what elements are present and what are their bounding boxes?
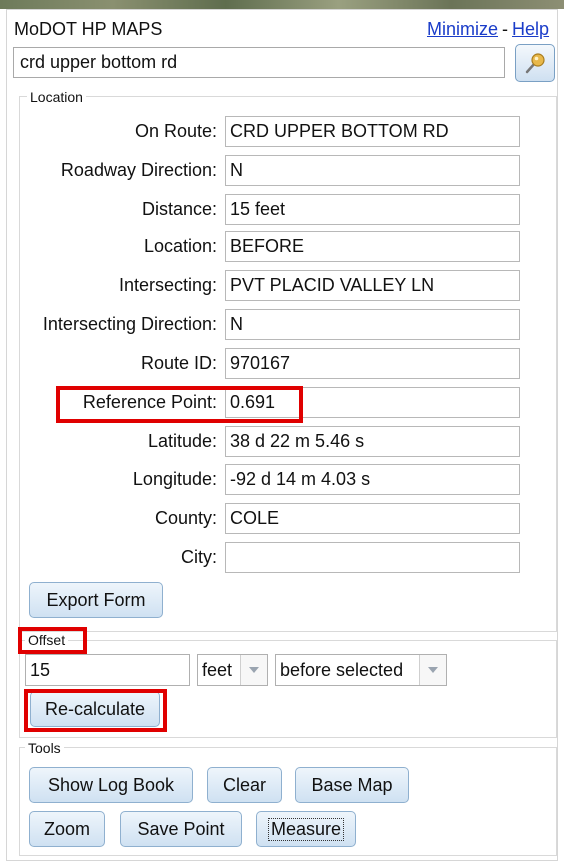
- base-map-button[interactable]: Base Map: [295, 767, 409, 803]
- distance-field[interactable]: 15 feet: [225, 194, 520, 225]
- chevron-down-icon[interactable]: [240, 655, 267, 685]
- intersecting-field[interactable]: PVT PLACID VALLEY LN: [225, 270, 520, 301]
- route-id-field[interactable]: 970167: [225, 348, 520, 379]
- roadway-direction-field[interactable]: N: [225, 155, 520, 186]
- on-route-field[interactable]: CRD UPPER BOTTOM RD: [225, 116, 520, 147]
- intersecting-direction-label: Intersecting Direction:: [42, 314, 217, 334]
- recalculate-button[interactable]: Re-calculate: [30, 691, 160, 727]
- roadway-direction-label: Roadway Direction:: [60, 160, 217, 180]
- minimize-link[interactable]: Minimize: [427, 19, 498, 39]
- chevron-down-icon[interactable]: [419, 655, 446, 685]
- header-links: Minimize - Help: [427, 19, 549, 40]
- longitude-label: Longitude:: [132, 469, 217, 489]
- offset-position-select[interactable]: before selected: [275, 654, 447, 686]
- show-log-book-button[interactable]: Show Log Book: [29, 767, 193, 803]
- map-background-strip: [0, 0, 564, 9]
- measure-button[interactable]: Measure: [256, 811, 356, 847]
- offset-unit-select[interactable]: feet: [197, 654, 268, 686]
- county-label: County:: [154, 508, 217, 528]
- longitude-field[interactable]: -92 d 14 m 4.03 s: [225, 464, 520, 495]
- locate-pin-icon: [525, 53, 545, 74]
- help-link[interactable]: Help: [512, 19, 549, 39]
- save-point-button[interactable]: Save Point: [120, 811, 242, 847]
- county-field[interactable]: COLE: [225, 503, 520, 534]
- reference-point-field[interactable]: 0.691: [225, 387, 520, 418]
- route-id-label: Route ID:: [140, 353, 217, 373]
- offset-distance-input[interactable]: [25, 654, 190, 686]
- location-legend: Location: [27, 89, 86, 105]
- search-input[interactable]: [13, 47, 505, 78]
- locate-button[interactable]: [515, 44, 555, 82]
- intersecting-direction-field[interactable]: N: [225, 309, 520, 340]
- latitude-field[interactable]: 38 d 22 m 5.46 s: [225, 426, 520, 457]
- city-label: City:: [181, 547, 217, 567]
- location-label: Location:: [143, 236, 217, 256]
- clear-button[interactable]: Clear: [207, 767, 282, 803]
- reference-point-label: Reference Point:: [82, 392, 217, 412]
- app-title: MoDOT HP MAPS: [14, 19, 163, 39]
- measure-label: Measure: [267, 817, 345, 841]
- link-separator: -: [502, 19, 509, 39]
- intersecting-label: Intersecting:: [118, 275, 217, 295]
- distance-label: Distance:: [141, 199, 217, 219]
- offset-position-value: before selected: [280, 660, 404, 680]
- tools-legend: Tools: [25, 740, 64, 756]
- export-form-button[interactable]: Export Form: [29, 582, 163, 618]
- on-route-label: On Route:: [134, 121, 217, 141]
- offset-legend: Offset: [25, 632, 69, 648]
- location-field[interactable]: BEFORE: [225, 231, 520, 262]
- zoom-button[interactable]: Zoom: [29, 811, 105, 847]
- offset-unit-value: feet: [202, 660, 233, 680]
- city-field[interactable]: [225, 542, 520, 573]
- latitude-label: Latitude:: [147, 431, 217, 451]
